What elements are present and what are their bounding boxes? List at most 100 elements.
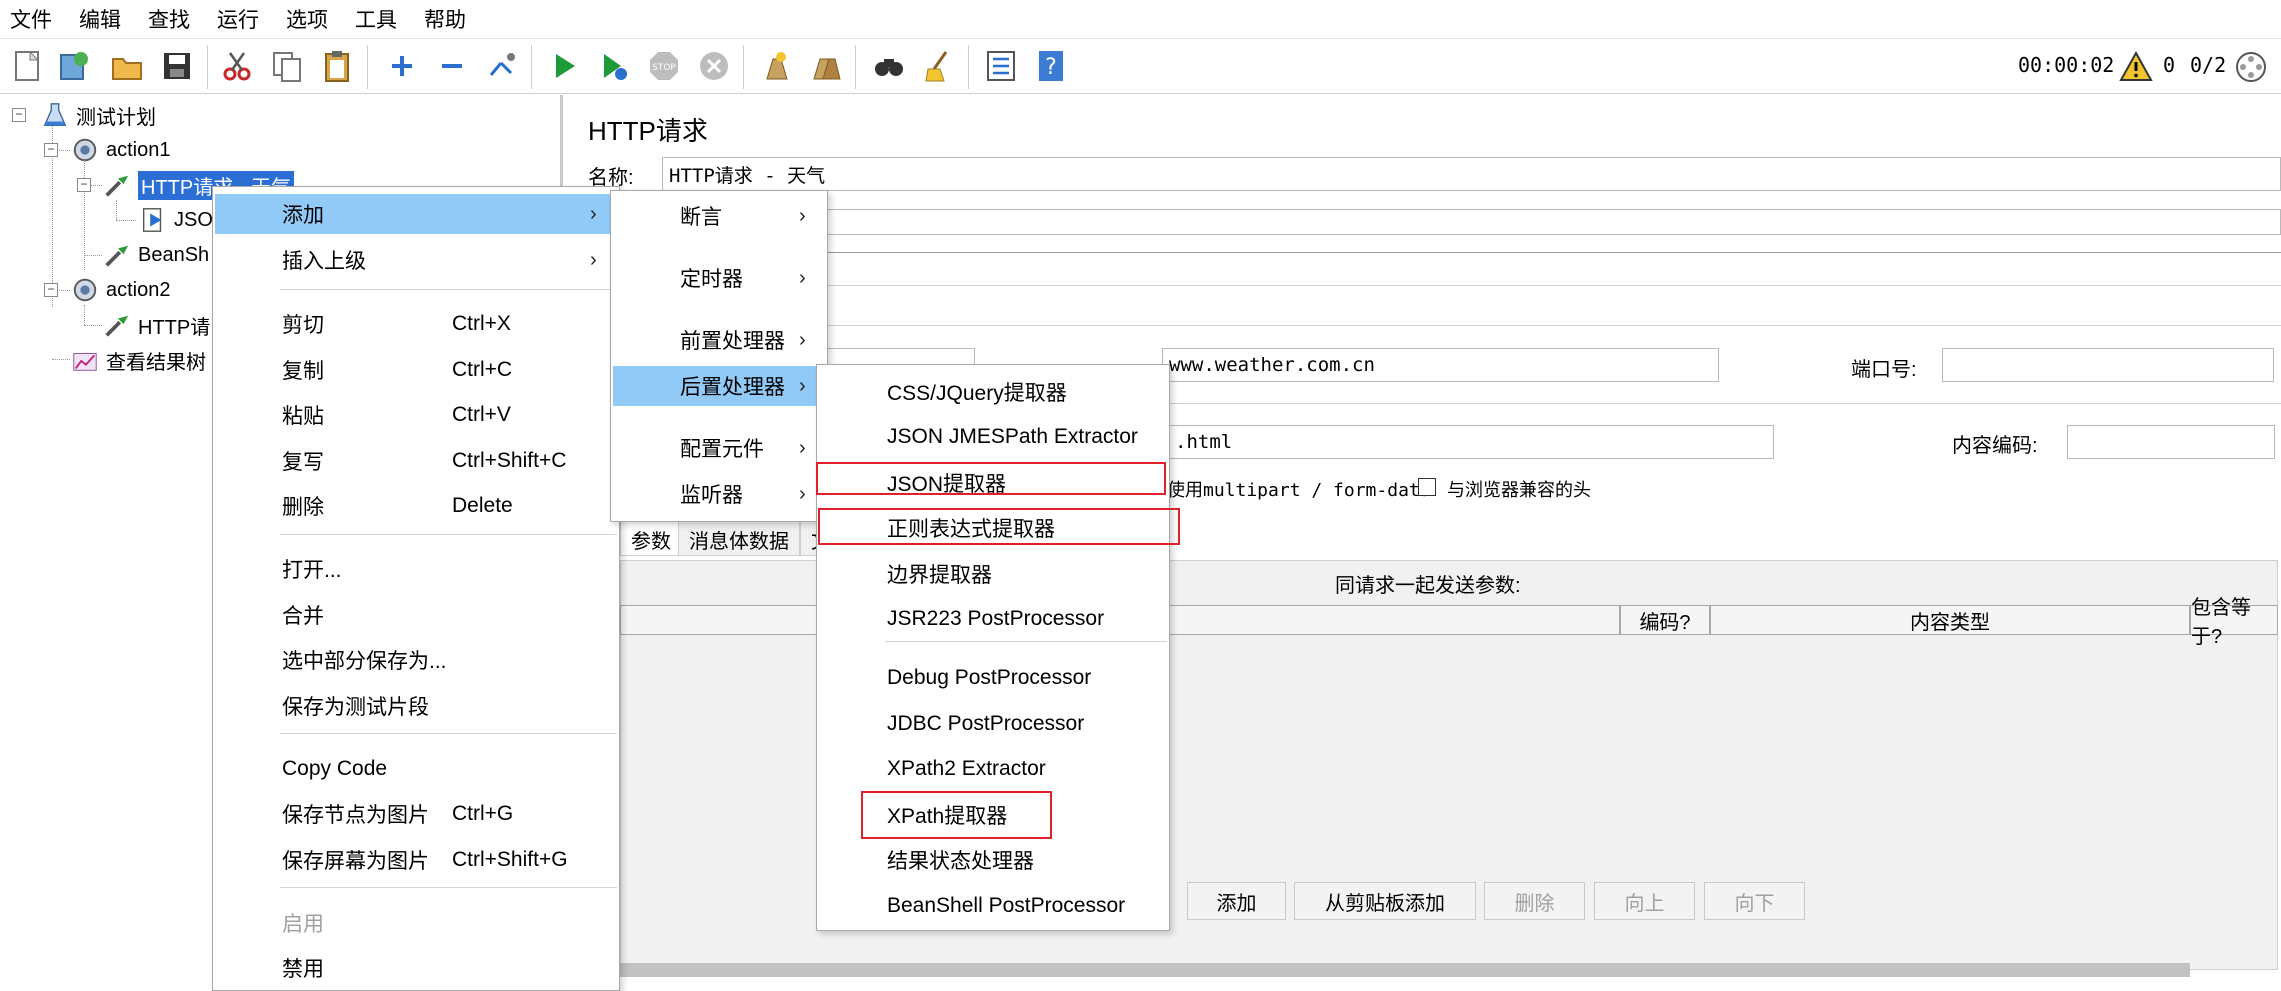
- menu-item-post-processors[interactable]: 后置处理器 ›: [613, 366, 825, 406]
- cut-icon[interactable]: [218, 47, 256, 85]
- menu-tools[interactable]: 工具: [355, 4, 397, 34]
- menu-item-save-node-image[interactable]: 保存节点为图片 Ctrl+G: [215, 794, 617, 834]
- collapse-http-toggle[interactable]: −: [77, 178, 91, 192]
- menu-item-enable[interactable]: 启用: [215, 903, 617, 943]
- menu-item-paste[interactable]: 粘贴 Ctrl+V: [215, 395, 617, 435]
- tab-body-data[interactable]: 消息体数据: [678, 520, 800, 556]
- new-icon[interactable]: [8, 47, 46, 85]
- menu-item-xpath2-extractor[interactable]: XPath2 Extractor: [819, 749, 1167, 789]
- menu-item-beanshell-postprocessor[interactable]: BeanShell PostProcessor: [819, 886, 1167, 926]
- delete-button[interactable]: 删除: [1484, 882, 1585, 920]
- comment-field[interactable]: [662, 209, 2281, 235]
- menu-item-disable[interactable]: 禁用: [215, 948, 617, 988]
- collapse-action1-toggle[interactable]: −: [44, 143, 58, 157]
- column-include-equals[interactable]: 包含等于?: [2190, 597, 2278, 648]
- paste-icon[interactable]: [318, 47, 356, 85]
- menu-item-pre-processors[interactable]: 前置处理器 ›: [613, 320, 825, 360]
- menu-item-jdbc-postprocessor[interactable]: JDBC PostProcessor: [819, 704, 1167, 744]
- menu-item-copy-code[interactable]: Copy Code: [215, 749, 617, 789]
- expand-icon[interactable]: [383, 47, 421, 85]
- collapse-action2-toggle[interactable]: −: [44, 283, 58, 297]
- annotation-box-json-extractor: [816, 462, 1166, 495]
- column-content-type[interactable]: 内容类型: [1710, 605, 2190, 635]
- shutdown-icon[interactable]: [695, 47, 733, 85]
- menu-item-css-jquery-extractor[interactable]: CSS/JQuery提取器: [819, 372, 1167, 412]
- tree-node-results[interactable]: 查看结果树: [70, 345, 206, 375]
- menu-item-config-elements[interactable]: 配置元件 ›: [613, 428, 825, 468]
- svg-text:STOP: STOP: [652, 63, 676, 73]
- templates-icon[interactable]: [55, 47, 93, 85]
- add-from-clipboard-button[interactable]: 从剪贴板添加: [1294, 882, 1476, 920]
- menu-item-duplicate[interactable]: 复写 Ctrl+Shift+C: [215, 441, 617, 481]
- menu-item-save-screen-image[interactable]: 保存屏幕为图片 Ctrl+Shift+G: [215, 840, 617, 880]
- stop-icon[interactable]: STOP: [645, 47, 683, 85]
- flask-icon: [40, 100, 70, 130]
- menu-item-insert-parent[interactable]: 插入上级 ›: [215, 240, 617, 280]
- menu-options[interactable]: 选项: [286, 4, 328, 34]
- name-field[interactable]: HTTP请求 - 天气: [662, 157, 2281, 191]
- toggle-icon[interactable]: [483, 47, 521, 85]
- tree-node-http2[interactable]: HTTP请: [102, 310, 210, 340]
- reset-search-icon[interactable]: [920, 47, 958, 85]
- path-field[interactable]: .html: [1168, 425, 1774, 459]
- menu-item-save-selection-as[interactable]: 选中部分保存为...: [215, 640, 617, 680]
- clear-icon[interactable]: [757, 47, 795, 85]
- move-down-button[interactable]: 向下: [1704, 882, 1805, 920]
- server-field[interactable]: www.weather.com.cn: [1162, 348, 1719, 382]
- menu-item-debug-postprocessor[interactable]: Debug PostProcessor: [819, 658, 1167, 698]
- menu-item-cut[interactable]: 剪切 Ctrl+X: [215, 304, 617, 344]
- tree-node-test-plan[interactable]: 测试计划: [40, 100, 156, 130]
- elapsed-timer: 00:00:02: [2018, 53, 2115, 77]
- start-no-pause-icon[interactable]: [595, 47, 633, 85]
- browser-headers-checkbox[interactable]: [1418, 478, 1436, 496]
- port-label: 端口号:: [1851, 359, 1917, 381]
- save-icon[interactable]: [158, 47, 196, 85]
- menu-file[interactable]: 文件: [10, 4, 52, 34]
- menu-edit[interactable]: 编辑: [79, 4, 121, 34]
- horizontal-scrollbar[interactable]: [620, 963, 2190, 977]
- move-up-button[interactable]: 向上: [1594, 882, 1695, 920]
- menu-item-boundary-extractor[interactable]: 边界提取器: [819, 554, 1167, 594]
- menu-item-json-jmespath-extractor[interactable]: JSON JMESPath Extractor: [819, 417, 1167, 457]
- menu-item-save-as-fragment[interactable]: 保存为测试片段: [215, 686, 617, 726]
- menu-item-result-status-handler[interactable]: 结果状态处理器: [819, 840, 1167, 880]
- start-icon[interactable]: [545, 47, 583, 85]
- menu-help[interactable]: 帮助: [424, 4, 466, 34]
- gear-icon: [70, 275, 100, 305]
- function-helper-icon[interactable]: [982, 47, 1020, 85]
- menu-run[interactable]: 运行: [217, 4, 259, 34]
- search-icon[interactable]: [870, 47, 908, 85]
- tree-node-action2[interactable]: action2: [70, 275, 171, 305]
- menu-item-delete[interactable]: 删除 Delete: [215, 486, 617, 526]
- collapse-icon[interactable]: [433, 47, 471, 85]
- tab-parameters[interactable]: 参数: [620, 520, 682, 556]
- menu-item-open[interactable]: 打开...: [215, 549, 617, 589]
- menu-item-add[interactable]: 添加 ›: [215, 194, 617, 234]
- chevron-right-icon: ›: [799, 204, 806, 227]
- port-field[interactable]: [1942, 348, 2274, 382]
- open-icon[interactable]: [108, 47, 146, 85]
- chevron-right-icon: ›: [799, 328, 806, 351]
- warning-count: 0: [2163, 53, 2176, 77]
- copy-icon[interactable]: [268, 47, 306, 85]
- menu-item-timers[interactable]: 定时器 ›: [613, 258, 825, 298]
- menu-item-copy[interactable]: 复制 Ctrl+C: [215, 350, 617, 390]
- pipette-icon: [102, 310, 132, 340]
- menu-search[interactable]: 查找: [148, 4, 190, 34]
- encoding-field[interactable]: [2067, 425, 2275, 459]
- multipart-label: 使用multipart / form-data: [1167, 480, 1431, 501]
- column-encode[interactable]: 编码?: [1620, 605, 1710, 635]
- collapse-plan-toggle[interactable]: −: [12, 108, 26, 122]
- help-icon[interactable]: ?: [1032, 47, 1070, 85]
- menu-item-assertions[interactable]: 断言 ›: [613, 196, 825, 236]
- tree-node-beanshell[interactable]: BeanSh: [102, 240, 209, 270]
- warning-icon[interactable]: [2117, 48, 2155, 86]
- clear-all-icon[interactable]: [807, 47, 845, 85]
- menu-item-jsr223-postprocessor[interactable]: JSR223 PostProcessor: [819, 599, 1167, 639]
- menu-item-merge[interactable]: 合并: [215, 595, 617, 635]
- tree-node-json-extractor[interactable]: JSO: [138, 205, 213, 235]
- toolbar: STOP ? 00:00:02 0 0/2: [0, 38, 2281, 94]
- menu-item-listeners[interactable]: 监听器 ›: [613, 474, 825, 514]
- add-button[interactable]: 添加: [1187, 882, 1286, 920]
- tree-node-action1[interactable]: action1: [70, 135, 171, 165]
